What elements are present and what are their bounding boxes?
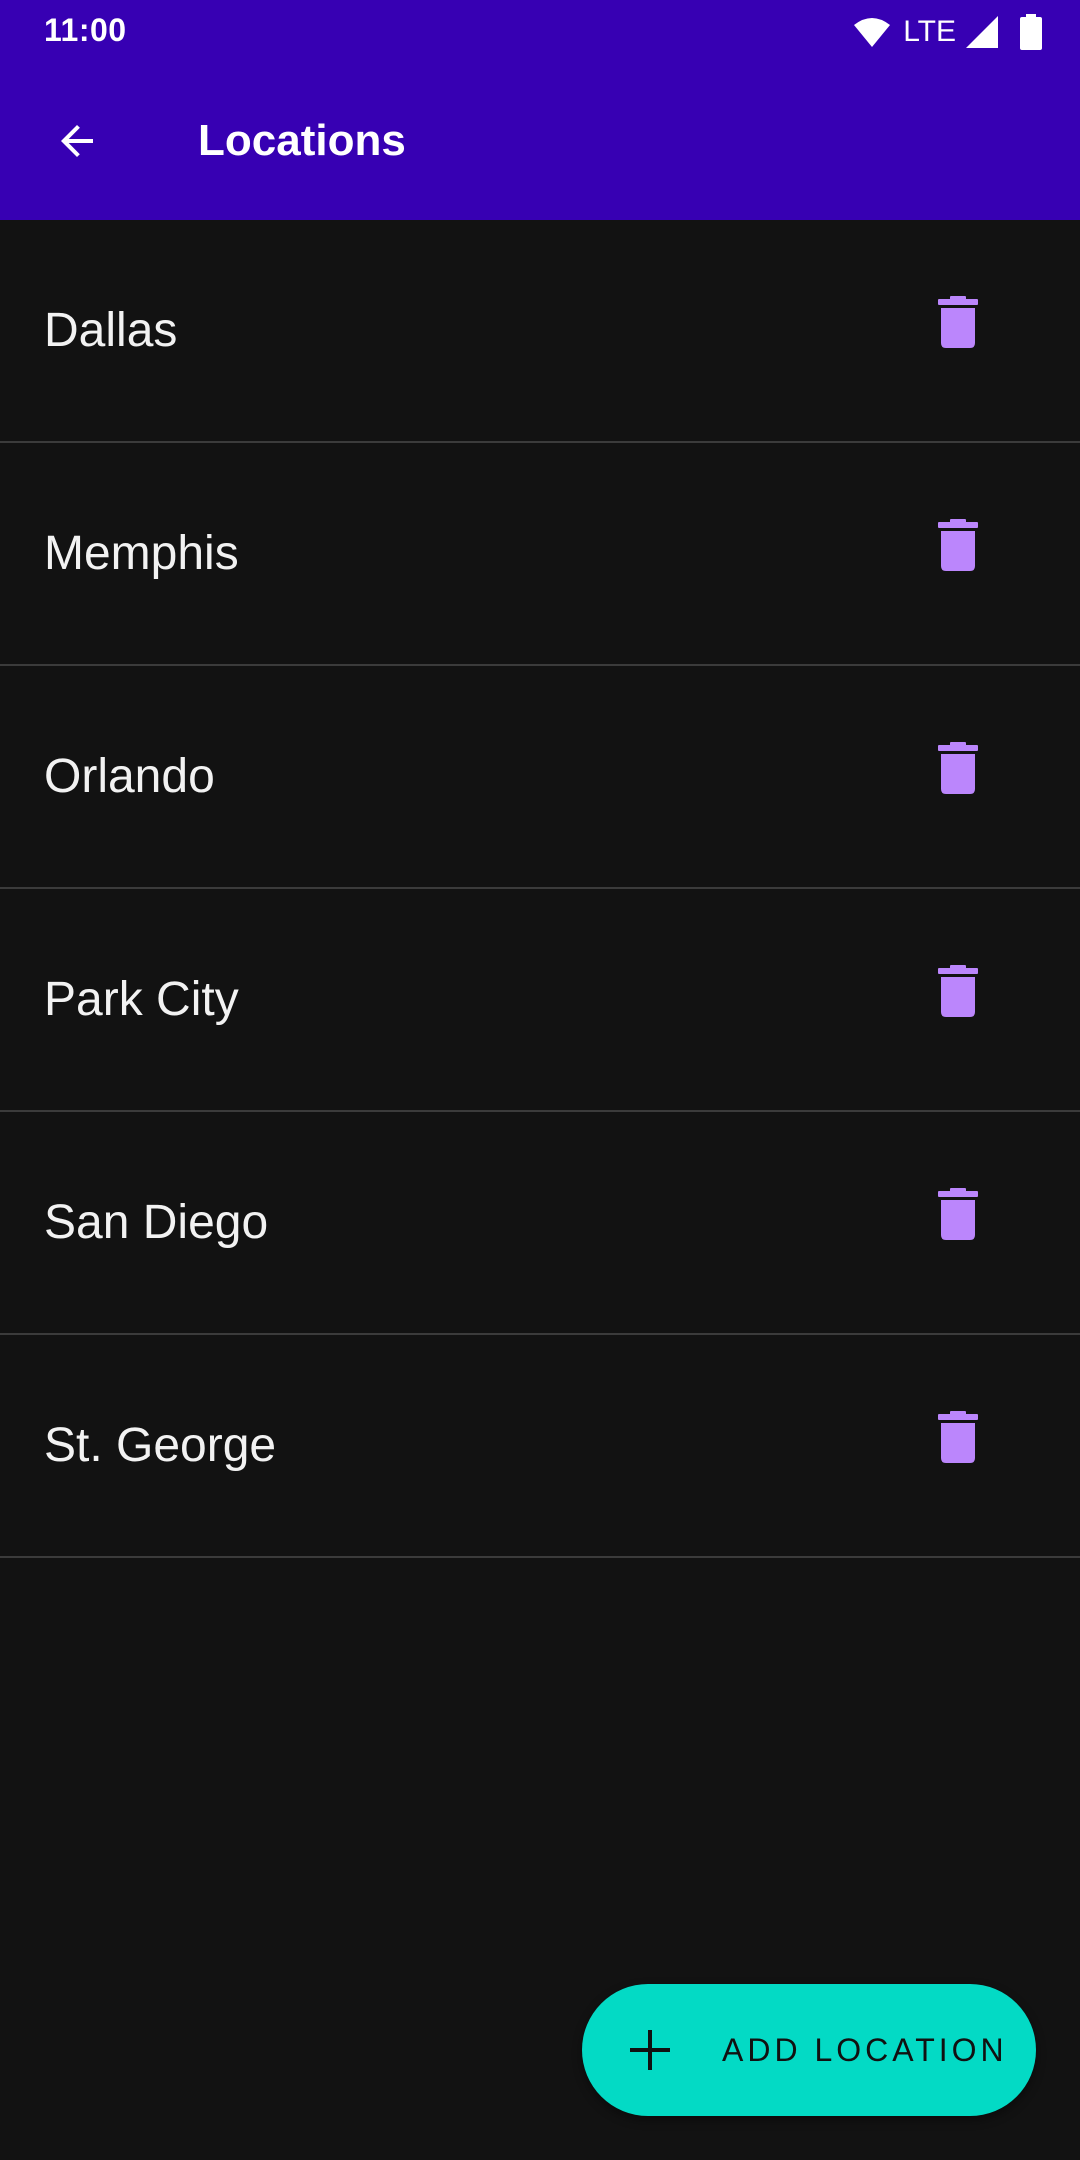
delete-location-button[interactable] [918, 730, 998, 810]
location-name: St. George [44, 1419, 277, 1472]
add-location-label: ADD LOCATION [722, 2031, 1008, 2068]
location-item-st-george[interactable]: St. George [0, 1335, 1080, 1558]
location-name: Park City [44, 973, 239, 1026]
location-item-orlando[interactable]: Orlando [0, 666, 1080, 889]
battery-icon [1020, 14, 1042, 50]
status-bar: 11:00 LTE [0, 0, 1080, 63]
location-item-dallas[interactable]: Dallas [0, 220, 1080, 443]
arrow-back-icon [53, 117, 101, 170]
cell-signal-icon [966, 16, 998, 48]
app-bar: Locations [0, 63, 1080, 220]
status-icons: LTE [853, 14, 1042, 50]
trash-icon [937, 964, 979, 1022]
delete-location-button[interactable] [918, 284, 998, 364]
page-title: Locations [198, 116, 406, 165]
location-name: Memphis [44, 527, 239, 580]
location-name: Dallas [44, 304, 178, 357]
delete-location-button[interactable] [918, 1176, 998, 1256]
location-name: San Diego [44, 1196, 269, 1249]
locations-list: Dallas Memphis Orlando Park City San Die… [0, 220, 1080, 1558]
add-location-button[interactable]: ADD LOCATION [582, 1984, 1036, 2116]
trash-icon [937, 518, 979, 576]
plus-icon [626, 2026, 674, 2074]
delete-location-button[interactable] [918, 953, 998, 1033]
location-item-memphis[interactable]: Memphis [0, 443, 1080, 666]
delete-location-button[interactable] [918, 1399, 998, 1479]
wifi-icon [853, 17, 891, 47]
location-item-san-diego[interactable]: San Diego [0, 1112, 1080, 1335]
trash-icon [937, 1187, 979, 1245]
back-button[interactable] [36, 107, 118, 179]
status-time: 11:00 [44, 12, 127, 48]
trash-icon [937, 1410, 979, 1468]
trash-icon [937, 295, 979, 353]
trash-icon [937, 741, 979, 799]
network-type-label: LTE [903, 15, 956, 48]
delete-location-button[interactable] [918, 507, 998, 587]
location-name: Orlando [44, 750, 215, 803]
location-item-park-city[interactable]: Park City [0, 889, 1080, 1112]
